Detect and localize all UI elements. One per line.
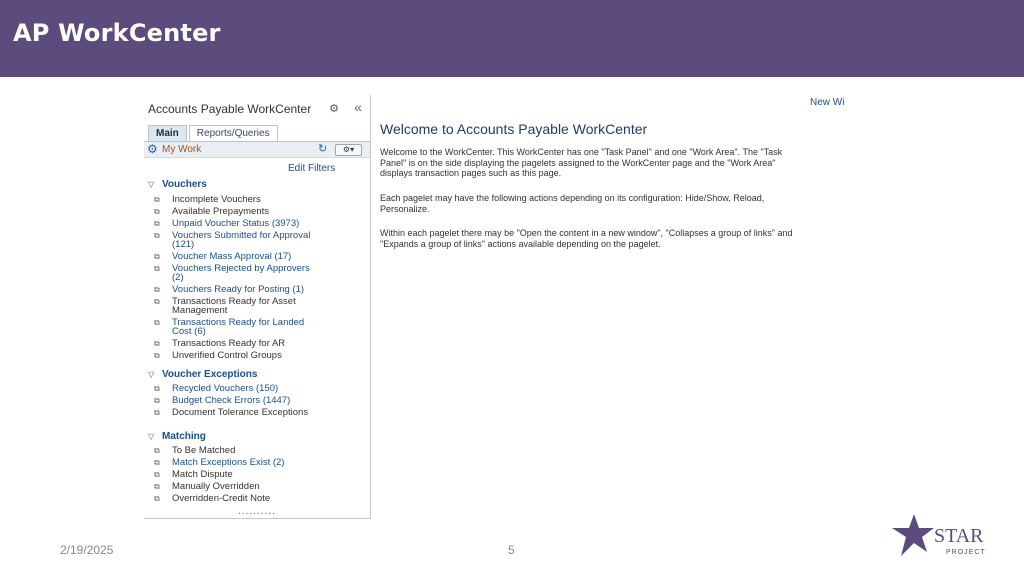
- task-list-item-label: Transactions Ready for AR: [172, 338, 286, 349]
- section-header[interactable]: ▽ Matching: [148, 431, 206, 442]
- open-new-window-icon[interactable]: ⧉: [154, 252, 164, 261]
- task-list-item[interactable]: ⧉ Vouchers Ready for Posting (1): [154, 284, 359, 295]
- open-new-window-icon[interactable]: ⧉: [154, 470, 164, 479]
- open-new-window-icon[interactable]: ⧉: [154, 195, 164, 204]
- open-new-window-icon[interactable]: ⧉: [154, 384, 164, 393]
- task-list-item-label: Recycled Vouchers (150): [172, 383, 279, 394]
- section-title: Vouchers: [162, 179, 207, 190]
- task-list-item[interactable]: ⧉ Document Tolerance Exceptions: [154, 407, 359, 418]
- tab-main[interactable]: Main: [148, 125, 187, 141]
- logo-star-shape: [892, 514, 934, 556]
- slide-date: 2/19/2025: [60, 543, 114, 557]
- slide-header: AP WorkCenter: [0, 0, 1024, 77]
- collapse-triangle-icon[interactable]: ▽: [148, 432, 162, 441]
- open-new-window-icon[interactable]: ⧉: [154, 297, 164, 306]
- slide-page-number: 5: [508, 543, 515, 557]
- slide-title: AP WorkCenter: [13, 19, 221, 47]
- task-list-item-label: Unpaid Voucher Status (3973): [172, 218, 300, 229]
- task-list-item[interactable]: ⧉ To Be Matched: [154, 445, 359, 456]
- section-title: Matching: [162, 431, 206, 442]
- task-list-item[interactable]: ⧉ Transactions Ready for AR: [154, 338, 359, 349]
- task-list-item-label: Available Prepayments: [172, 206, 269, 217]
- task-list-item[interactable]: ⧉ Incomplete Vouchers: [154, 194, 359, 205]
- open-new-window-icon[interactable]: ⧉: [154, 318, 164, 327]
- open-new-window-icon[interactable]: ⧉: [154, 207, 164, 216]
- section-title: Voucher Exceptions: [162, 369, 258, 380]
- task-list-item-label: Incomplete Vouchers: [172, 194, 261, 205]
- task-list-item-label: Document Tolerance Exceptions: [172, 407, 309, 418]
- section-header[interactable]: ▽ Voucher Exceptions: [148, 369, 257, 380]
- task-list-item[interactable]: ⧉ Vouchers Rejected by Approvers (2): [154, 263, 359, 283]
- task-list-item-label: Budget Check Errors (1447): [172, 395, 291, 406]
- task-list-item[interactable]: ⧉ Match Dispute: [154, 469, 359, 480]
- my-work-label: My Work: [162, 144, 202, 155]
- task-list-item-label: Match Exceptions Exist (2): [172, 457, 285, 468]
- task-list-item[interactable]: ⧉ Vouchers Submitted for Approval (121): [154, 230, 359, 250]
- task-list-item-label: Overridden-Credit Note: [172, 493, 271, 504]
- collapse-triangle-icon[interactable]: ▽: [148, 180, 162, 189]
- tab-bar: Main Reports/Queries: [148, 125, 280, 141]
- task-list-item-label: Manually Overridden: [172, 481, 260, 492]
- task-list-item[interactable]: ⧉ Budget Check Errors (1447): [154, 395, 359, 406]
- task-list-item-label: To Be Matched: [172, 445, 236, 456]
- open-new-window-icon[interactable]: ⧉: [154, 339, 164, 348]
- task-list-item-label: Match Dispute: [172, 469, 233, 480]
- open-new-window-icon[interactable]: ⧉: [154, 396, 164, 405]
- task-list-item[interactable]: ⧉ Overridden-Credit Note: [154, 493, 359, 504]
- open-new-window-icon[interactable]: ⧉: [154, 231, 164, 240]
- my-work-icon: ⚙: [147, 142, 158, 156]
- panel-title: Accounts Payable WorkCenter: [148, 102, 312, 116]
- task-list-item-label: Transactions Ready for Landed Cost (6): [172, 317, 305, 337]
- task-list-item-label: Transactions Ready for Asset Management: [172, 296, 296, 316]
- open-new-window-icon[interactable]: ⧉: [154, 458, 164, 467]
- welcome-paragraph-1: Welcome to the WorkCenter. This WorkCent…: [380, 147, 783, 178]
- star-project-logo: STAR PROJECT: [892, 514, 986, 556]
- task-list-item[interactable]: ⧉ Match Exceptions Exist (2): [154, 457, 359, 468]
- welcome-paragraph-3: Within each pagelet there may be "Open t…: [380, 228, 793, 249]
- task-list-item[interactable]: ⧉ Voucher Mass Approval (17): [154, 251, 359, 262]
- task-list-item[interactable]: ⧉ Unpaid Voucher Status (3973): [154, 218, 359, 229]
- task-list-item[interactable]: ⧉ Transactions Ready for Asset Management: [154, 296, 359, 316]
- section-header[interactable]: ▽ Vouchers: [148, 179, 207, 190]
- open-new-window-icon[interactable]: ⧉: [154, 482, 164, 491]
- task-list-item-label: Vouchers Rejected by Approvers (2): [172, 263, 310, 283]
- refresh-icon[interactable]: ↻: [318, 143, 327, 156]
- more-indicator: ..........: [238, 506, 276, 517]
- open-new-window-icon[interactable]: ⧉: [154, 285, 164, 294]
- task-list-item-label: Vouchers Submitted for Approval (121): [172, 230, 311, 250]
- gear-icon[interactable]: ⚙: [328, 103, 340, 115]
- open-new-window-icon[interactable]: ⧉: [154, 351, 164, 360]
- logo-subtext: PROJECT: [946, 549, 986, 556]
- pagelet-options-menu[interactable]: ⚙▾: [335, 144, 362, 156]
- new-window-link[interactable]: New Wi: [810, 97, 844, 108]
- open-new-window-icon[interactable]: ⧉: [154, 219, 164, 228]
- open-new-window-icon[interactable]: ⧉: [154, 494, 164, 503]
- task-list-item[interactable]: ⧉ Recycled Vouchers (150): [154, 383, 359, 394]
- edit-filters-link[interactable]: Edit Filters: [288, 163, 335, 174]
- task-list-item[interactable]: ⧉ Available Prepayments: [154, 206, 359, 217]
- welcome-paragraph-2: Each pagelet may have the following acti…: [380, 193, 765, 214]
- logo-text: STAR: [934, 525, 984, 547]
- my-work-header: ⚙ My Work ↻ ⚙▾: [144, 141, 370, 158]
- task-panel: Accounts Payable WorkCenter ⚙ « Main Rep…: [144, 95, 371, 519]
- open-new-window-icon[interactable]: ⧉: [154, 446, 164, 455]
- tab-reports-queries[interactable]: Reports/Queries: [188, 125, 278, 141]
- collapse-triangle-icon[interactable]: ▽: [148, 370, 162, 379]
- open-new-window-icon[interactable]: ⧉: [154, 408, 164, 417]
- task-list-item-label: Voucher Mass Approval (17): [172, 251, 292, 262]
- welcome-title: Welcome to Accounts Payable WorkCenter: [380, 121, 648, 137]
- task-list-item[interactable]: ⧉ Transactions Ready for Landed Cost (6): [154, 317, 359, 337]
- task-list-item[interactable]: ⧉ Manually Overridden: [154, 481, 359, 492]
- open-new-window-icon[interactable]: ⧉: [154, 264, 164, 273]
- task-list-item-label: Vouchers Ready for Posting (1): [172, 284, 305, 295]
- collapse-panel-icon[interactable]: «: [351, 99, 365, 115]
- task-list-item-label: Unverified Control Groups: [172, 350, 282, 361]
- task-list-item[interactable]: ⧉ Unverified Control Groups: [154, 350, 359, 361]
